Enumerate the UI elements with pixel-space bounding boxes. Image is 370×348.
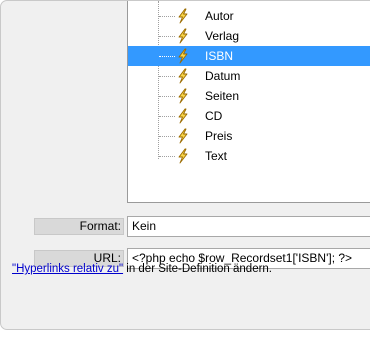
tree-item[interactable]: Preis [128, 126, 370, 146]
lightning-bolt-icon [175, 108, 191, 124]
hyperlinks-relative-link[interactable]: "Hyperlinks relativ zu" [12, 263, 123, 275]
tree-item-label: Verlag [205, 29, 240, 43]
binding-tree[interactable]: Autor Verlag ISBN Datum Seiten CD Preis Text [127, 1, 370, 203]
tree-connector [159, 76, 175, 77]
lightning-bolt-icon [175, 28, 191, 44]
tree-connector [159, 56, 175, 57]
tree-item-label: Autor [205, 9, 234, 23]
tree-item[interactable]: Datum [128, 66, 370, 86]
tree-item[interactable]: CD [128, 106, 370, 126]
format-label: Format: [34, 218, 124, 235]
tree-connector [159, 116, 175, 117]
tree-item-label: Text [205, 149, 228, 163]
tree-item-label: CD [205, 109, 223, 123]
tree-item-label: Seiten [205, 89, 240, 103]
tree-item-label: Datum [205, 69, 241, 83]
format-value: Kein [132, 219, 157, 233]
tree-item-label: Preis [205, 129, 233, 143]
format-select[interactable]: Kein [127, 216, 370, 237]
tree-item[interactable]: Autor [128, 6, 370, 26]
tree-item[interactable]: ISBN [128, 46, 370, 66]
lightning-bolt-icon [175, 148, 191, 164]
tree-connector [159, 96, 175, 97]
tree-connector [159, 136, 175, 137]
tree-item[interactable]: Seiten [128, 86, 370, 106]
tree-connector [159, 156, 175, 157]
tree-connector [159, 16, 175, 17]
lightning-bolt-icon [175, 8, 191, 24]
hint-text: "Hyperlinks relativ zu" in der Site-Defi… [12, 263, 272, 275]
tree-item[interactable]: Verlag [128, 26, 370, 46]
lightning-bolt-icon [175, 128, 191, 144]
hint-suffix: in der Site-Definition ändern. [123, 263, 273, 275]
tree-connector [159, 36, 175, 37]
tree-item[interactable]: Text [128, 146, 370, 166]
tree-item-label: ISBN [205, 49, 234, 63]
lightning-bolt-icon [175, 68, 191, 84]
lightning-bolt-icon [175, 88, 191, 104]
dialog-panel: Autor Verlag ISBN Datum Seiten CD Preis Text Fo… [0, 0, 370, 330]
lightning-bolt-icon [175, 48, 191, 64]
